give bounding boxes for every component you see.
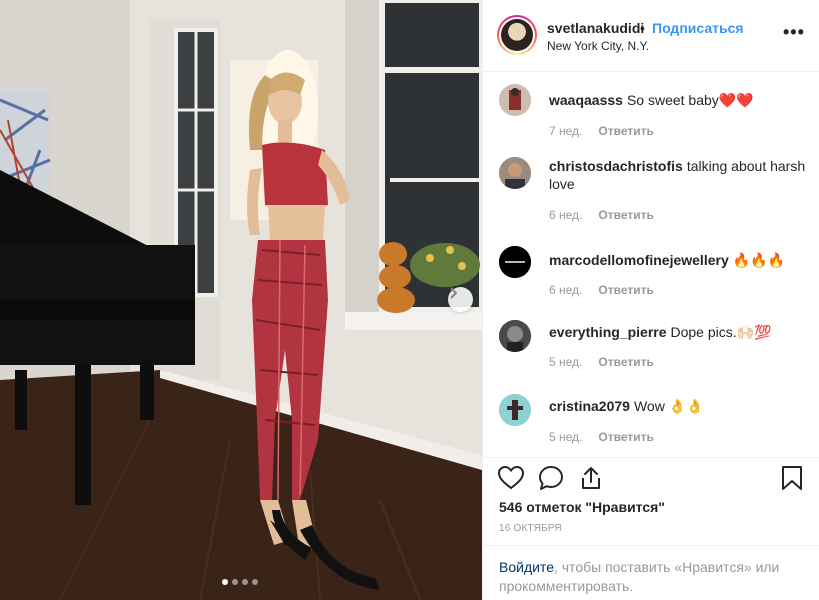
reply-button[interactable]: Ответить [598, 124, 653, 138]
author-avatar[interactable] [497, 15, 537, 55]
commenter-username[interactable]: cristina2079 [549, 398, 630, 414]
heart-outline-icon [497, 465, 525, 490]
comment-text: cristina2079 Wow 👌👌 [549, 397, 809, 415]
comment-body: Wow 👌👌 [633, 398, 704, 414]
comment-text: marcodellomofinejewellery 🔥🔥🔥 [549, 251, 809, 269]
comment-meta: 6 нед. Ответить [549, 283, 654, 297]
avatar-image [499, 394, 531, 426]
comment-meta: 6 нед. Ответить [549, 208, 654, 222]
comment-body: Dope pics.🙌🏻💯 [670, 324, 772, 340]
save-button[interactable] [778, 464, 806, 492]
comment-body: 🔥🔥🔥 [732, 252, 786, 268]
carousel-dot [242, 579, 248, 585]
follow-button[interactable]: Подписаться [652, 20, 744, 36]
comment-meta: 5 нед. Ответить [549, 355, 654, 369]
commenter-username[interactable]: christosdachristofis [549, 158, 683, 174]
post-header: svetlanakudidi • Подписаться New York Ci… [483, 0, 819, 72]
post-actions: 546 отметок "Нравится" 16 октября [483, 457, 819, 545]
comment-age: 5 нед. [549, 355, 583, 369]
reply-button[interactable]: Ответить [598, 355, 653, 369]
like-button[interactable] [497, 464, 525, 492]
next-slide-button[interactable] [448, 287, 473, 312]
avatar-image [499, 246, 531, 278]
comment-age: 6 нед. [549, 283, 583, 297]
commenter-username[interactable]: everything_pierre [549, 324, 667, 340]
comment-text: everything_pierre Dope pics.🙌🏻💯 [549, 323, 809, 341]
header-separator: • [640, 20, 645, 36]
avatar-image [499, 320, 531, 352]
author-username[interactable]: svetlanakudidi [547, 20, 644, 36]
carousel-dot [222, 579, 228, 585]
comment-button[interactable] [537, 464, 565, 492]
share-button[interactable] [577, 464, 605, 492]
avatar-image [499, 84, 531, 116]
login-link[interactable]: Войдите [499, 559, 554, 575]
comment-age: 5 нед. [549, 430, 583, 444]
post-photo[interactable] [0, 0, 482, 600]
post-photo-image [0, 0, 482, 600]
comment-icon [539, 466, 563, 490]
commenter-avatar[interactable] [499, 157, 531, 189]
comment-age: 6 нед. [549, 208, 583, 222]
comment-meta: 7 нед. Ответить [549, 124, 654, 138]
comments-list[interactable]: waaqaasss So sweet baby❤️❤️ 7 нед. Ответит… [483, 72, 819, 457]
comment-text: waaqaasss So sweet baby❤️❤️ [549, 91, 809, 109]
comment-age: 7 нед. [549, 124, 583, 138]
commenter-avatar[interactable] [499, 246, 531, 278]
login-prompt: Войдите, чтобы поставить «Нравится» или … [483, 545, 819, 600]
share-icon [582, 467, 600, 489]
carousel-dot [232, 579, 238, 585]
post-location[interactable]: New York City, N.Y. [547, 39, 649, 53]
carousel-indicator [222, 579, 258, 585]
commenter-username[interactable]: marcodellomofinejewellery [549, 252, 729, 268]
commenter-avatar[interactable] [499, 84, 531, 116]
comment-body: So sweet baby❤️❤️ [626, 92, 754, 108]
commenter-avatar[interactable] [499, 394, 531, 426]
comment-meta: 5 нед. Ответить [549, 430, 654, 444]
chevron-right-icon [450, 287, 458, 299]
post-side-panel: svetlanakudidi • Подписаться New York Ci… [482, 0, 819, 600]
reply-button[interactable]: Ответить [598, 430, 653, 444]
reply-button[interactable]: Ответить [598, 283, 653, 297]
commenter-avatar[interactable] [499, 320, 531, 352]
avatar-image [499, 157, 531, 189]
reply-button[interactable]: Ответить [598, 208, 653, 222]
more-options-button[interactable]: ••• [783, 22, 805, 43]
post-date[interactable]: 16 октября [499, 523, 562, 534]
carousel-dot [252, 579, 258, 585]
comment-text: christosdachristofis talking about harsh … [549, 157, 809, 193]
bookmark-icon [782, 466, 802, 490]
commenter-username[interactable]: waaqaasss [549, 92, 623, 108]
likes-count[interactable]: 546 отметок "Нравится" [499, 499, 665, 515]
